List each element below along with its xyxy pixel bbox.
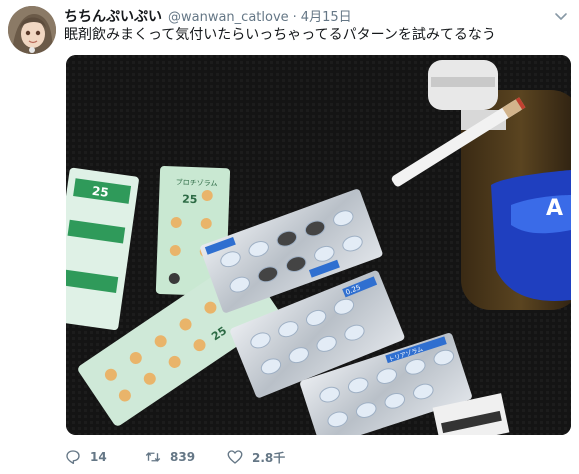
avatar[interactable] [8,6,56,54]
reply-icon [66,450,80,465]
header-separator: · [292,10,297,25]
like-count: 2.8千 [252,450,286,465]
svg-text:A: A [546,196,563,221]
avatar-image [8,6,56,54]
reply-button[interactable]: 14 [64,448,144,466]
display-name[interactable]: ちちんぷいぷい [64,6,162,26]
tweet-photo[interactable]: A 25 ブロチゾラム 25 25 0.25 トリアゾラム [66,55,571,435]
svg-text:25: 25 [91,184,109,200]
tweet-date[interactable]: 4月15日 [301,6,352,25]
photo-content: A 25 ブロチゾラム 25 25 0.25 トリアゾラム [66,55,571,435]
tweet-header: ちちんぷいぷい @wanwan_catlove · 4月15日 [64,6,549,26]
svg-text:25: 25 [182,193,198,207]
reply-count: 14 [90,450,107,464]
tweet-card: ちちんぷいぷい @wanwan_catlove · 4月15日 眠剤飲みまくって… [0,0,579,474]
chevron-down-icon[interactable] [553,8,569,24]
tweet-text: 眠剤飲みまくって気付いたらいっちゃってるパターンを試みてるなう [64,27,496,43]
retweet-button[interactable]: 839 [144,448,226,466]
tweet-actions: 14 839 2.8千 [64,446,306,468]
svg-text:ブロチゾラム: ブロチゾラム [176,177,218,187]
retweet-count: 839 [170,450,196,464]
retweet-icon [145,452,161,462]
user-handle[interactable]: @wanwan_catlove [168,10,289,25]
like-button[interactable]: 2.8千 [226,448,306,466]
heart-icon [227,450,243,464]
